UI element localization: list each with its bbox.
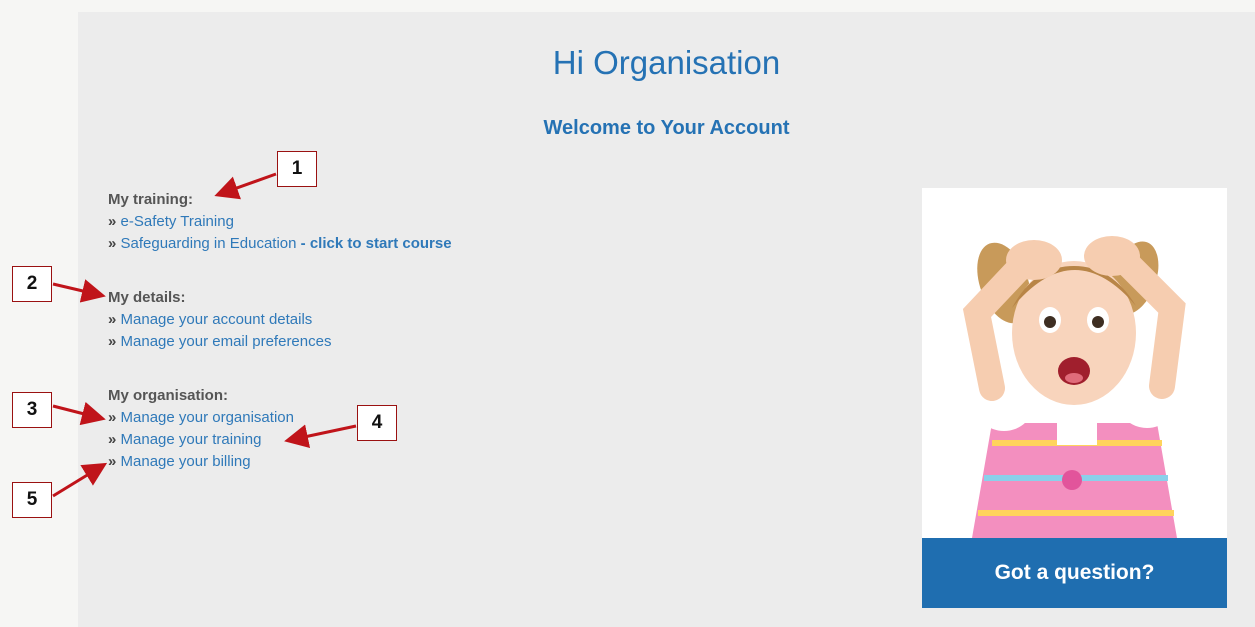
arrow-1 [214, 172, 277, 200]
arrow-2 [52, 279, 106, 303]
annotation-arrows [52, 172, 357, 498]
arrow-4 [284, 424, 357, 449]
arrow-5 [52, 462, 108, 498]
arrow-3 [52, 401, 106, 426]
